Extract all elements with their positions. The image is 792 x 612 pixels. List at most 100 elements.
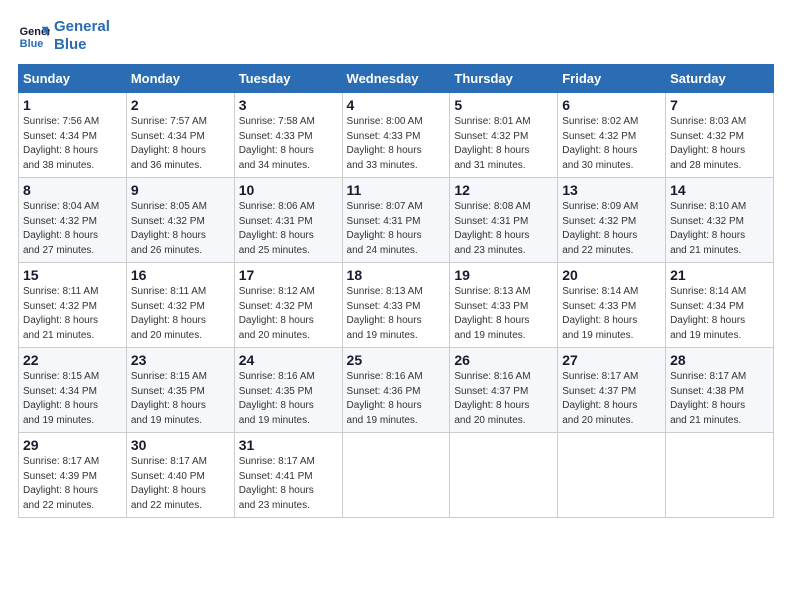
day-info: Sunrise: 8:04 AMSunset: 4:32 PMDaylight:… <box>23 200 122 258</box>
logo-text: GeneralBlue <box>54 18 110 54</box>
weekday-header-sunday: Sunday <box>19 65 127 93</box>
calendar-cell: 13 Sunrise: 8:09 AMSunset: 4:32 PMDayligh… <box>558 178 666 263</box>
day-number: 30 <box>131 437 230 453</box>
day-info: Sunrise: 7:58 AMSunset: 4:33 PMDaylight:… <box>239 115 338 173</box>
calendar-cell: 9 Sunrise: 8:05 AMSunset: 4:32 PMDaylight… <box>126 178 234 263</box>
calendar-cell: 29 Sunrise: 8:17 AMSunset: 4:39 PMDayligh… <box>19 433 127 518</box>
calendar-cell <box>342 433 450 518</box>
calendar-cell: 4 Sunrise: 8:00 AMSunset: 4:33 PMDaylight… <box>342 93 450 178</box>
day-number: 9 <box>131 182 230 198</box>
day-number: 21 <box>670 267 769 283</box>
day-number: 25 <box>347 352 446 368</box>
day-info: Sunrise: 8:05 AMSunset: 4:32 PMDaylight:… <box>131 200 230 258</box>
day-info: Sunrise: 8:08 AMSunset: 4:31 PMDaylight:… <box>454 200 553 258</box>
calendar-cell: 16Sunrise: 8:11 AMSunset: 4:32 PMDayligh… <box>126 263 234 348</box>
day-info: Sunrise: 7:56 AMSunset: 4:34 PMDaylight:… <box>23 115 122 173</box>
day-info: Sunrise: 8:16 AMSunset: 4:37 PMDaylight:… <box>454 370 553 428</box>
day-number: 22 <box>23 352 122 368</box>
calendar-cell: 28 Sunrise: 8:17 AMSunset: 4:38 PMDayligh… <box>666 348 774 433</box>
calendar-table: SundayMondayTuesdayWednesdayThursdayFrid… <box>18 64 774 518</box>
day-info: Sunrise: 7:57 AMSunset: 4:34 PMDaylight:… <box>131 115 230 173</box>
calendar-cell: 5 Sunrise: 8:01 AMSunset: 4:32 PMDaylight… <box>450 93 558 178</box>
day-number: 26 <box>454 352 553 368</box>
calendar-cell: 7 Sunrise: 8:03 AMSunset: 4:32 PMDaylight… <box>666 93 774 178</box>
day-info: Sunrise: 8:06 AMSunset: 4:31 PMDaylight:… <box>239 200 338 258</box>
calendar-cell: 18 Sunrise: 8:13 AMSunset: 4:33 PMDayligh… <box>342 263 450 348</box>
weekday-header-saturday: Saturday <box>666 65 774 93</box>
calendar-cell: 11Sunrise: 8:07 AMSunset: 4:31 PMDayligh… <box>342 178 450 263</box>
day-info: Sunrise: 8:16 AMSunset: 4:35 PMDaylight:… <box>239 370 338 428</box>
day-info: Sunrise: 8:13 AMSunset: 4:33 PMDaylight:… <box>347 285 446 343</box>
logo: General Blue GeneralBlue <box>18 18 110 54</box>
weekday-header-friday: Friday <box>558 65 666 93</box>
day-number: 4 <box>347 97 446 113</box>
day-info: Sunrise: 8:17 AMSunset: 4:39 PMDaylight:… <box>23 455 122 513</box>
calendar-cell: 10 Sunrise: 8:06 AMSunset: 4:31 PMDayligh… <box>234 178 342 263</box>
calendar-cell <box>450 433 558 518</box>
day-info: Sunrise: 8:15 AMSunset: 4:34 PMDaylight:… <box>23 370 122 428</box>
calendar-cell: 19 Sunrise: 8:13 AMSunset: 4:33 PMDayligh… <box>450 263 558 348</box>
calendar-cell: 17Sunrise: 8:12 AMSunset: 4:32 PMDayligh… <box>234 263 342 348</box>
day-info: Sunrise: 8:09 AMSunset: 4:32 PMDaylight:… <box>562 200 661 258</box>
day-info: Sunrise: 8:01 AMSunset: 4:32 PMDaylight:… <box>454 115 553 173</box>
day-number: 16 <box>131 267 230 283</box>
day-number: 8 <box>23 182 122 198</box>
day-number: 10 <box>239 182 338 198</box>
day-number: 28 <box>670 352 769 368</box>
calendar-cell: 23Sunrise: 8:15 AMSunset: 4:35 PMDayligh… <box>126 348 234 433</box>
day-number: 27 <box>562 352 661 368</box>
day-info: Sunrise: 8:11 AMSunset: 4:32 PMDaylight:… <box>23 285 122 343</box>
day-info: Sunrise: 8:07 AMSunset: 4:31 PMDaylight:… <box>347 200 446 258</box>
svg-text:Blue: Blue <box>20 38 44 50</box>
weekday-header-monday: Monday <box>126 65 234 93</box>
day-number: 13 <box>562 182 661 198</box>
calendar-cell: 26 Sunrise: 8:16 AMSunset: 4:37 PMDayligh… <box>450 348 558 433</box>
day-number: 12 <box>454 182 553 198</box>
weekday-header-tuesday: Tuesday <box>234 65 342 93</box>
day-info: Sunrise: 8:14 AMSunset: 4:34 PMDaylight:… <box>670 285 769 343</box>
calendar-cell: 15 Sunrise: 8:11 AMSunset: 4:32 PMDayligh… <box>19 263 127 348</box>
calendar-cell: 20Sunrise: 8:14 AMSunset: 4:33 PMDayligh… <box>558 263 666 348</box>
day-number: 19 <box>454 267 553 283</box>
day-number: 29 <box>23 437 122 453</box>
calendar-cell: 27 Sunrise: 8:17 AMSunset: 4:37 PMDayligh… <box>558 348 666 433</box>
calendar-cell: 21 Sunrise: 8:14 AMSunset: 4:34 PMDayligh… <box>666 263 774 348</box>
day-info: Sunrise: 8:00 AMSunset: 4:33 PMDaylight:… <box>347 115 446 173</box>
weekday-header-wednesday: Wednesday <box>342 65 450 93</box>
calendar-cell: 6Sunrise: 8:02 AMSunset: 4:32 PMDaylight… <box>558 93 666 178</box>
day-info: Sunrise: 8:17 AMSunset: 4:37 PMDaylight:… <box>562 370 661 428</box>
calendar-cell: 30Sunrise: 8:17 AMSunset: 4:40 PMDayligh… <box>126 433 234 518</box>
day-info: Sunrise: 8:03 AMSunset: 4:32 PMDaylight:… <box>670 115 769 173</box>
day-number: 18 <box>347 267 446 283</box>
day-number: 14 <box>670 182 769 198</box>
day-info: Sunrise: 8:10 AMSunset: 4:32 PMDaylight:… <box>670 200 769 258</box>
day-number: 23 <box>131 352 230 368</box>
calendar-cell: 8 Sunrise: 8:04 AMSunset: 4:32 PMDaylight… <box>19 178 127 263</box>
calendar-cell: 3Sunrise: 7:58 AMSunset: 4:33 PMDaylight… <box>234 93 342 178</box>
calendar-cell: 24 Sunrise: 8:16 AMSunset: 4:35 PMDayligh… <box>234 348 342 433</box>
day-number: 5 <box>454 97 553 113</box>
calendar-cell: 31 Sunrise: 8:17 AMSunset: 4:41 PMDayligh… <box>234 433 342 518</box>
weekday-header-thursday: Thursday <box>450 65 558 93</box>
day-number: 15 <box>23 267 122 283</box>
day-number: 2 <box>131 97 230 113</box>
day-number: 1 <box>23 97 122 113</box>
day-number: 31 <box>239 437 338 453</box>
calendar-cell: 12 Sunrise: 8:08 AMSunset: 4:31 PMDayligh… <box>450 178 558 263</box>
calendar-cell: 22 Sunrise: 8:15 AMSunset: 4:34 PMDayligh… <box>19 348 127 433</box>
calendar-cell: 1 Sunrise: 7:56 AMSunset: 4:34 PMDaylight… <box>19 93 127 178</box>
calendar-cell: 14 Sunrise: 8:10 AMSunset: 4:32 PMDayligh… <box>666 178 774 263</box>
day-info: Sunrise: 8:17 AMSunset: 4:38 PMDaylight:… <box>670 370 769 428</box>
day-info: Sunrise: 8:16 AMSunset: 4:36 PMDaylight:… <box>347 370 446 428</box>
day-number: 24 <box>239 352 338 368</box>
page-header: General Blue GeneralBlue <box>18 18 774 54</box>
calendar-cell: 25 Sunrise: 8:16 AMSunset: 4:36 PMDayligh… <box>342 348 450 433</box>
day-number: 6 <box>562 97 661 113</box>
calendar-cell <box>666 433 774 518</box>
day-number: 17 <box>239 267 338 283</box>
day-info: Sunrise: 8:14 AMSunset: 4:33 PMDaylight:… <box>562 285 661 343</box>
logo-icon: General Blue <box>18 20 50 52</box>
day-info: Sunrise: 8:13 AMSunset: 4:33 PMDaylight:… <box>454 285 553 343</box>
day-info: Sunrise: 8:17 AMSunset: 4:41 PMDaylight:… <box>239 455 338 513</box>
day-number: 7 <box>670 97 769 113</box>
